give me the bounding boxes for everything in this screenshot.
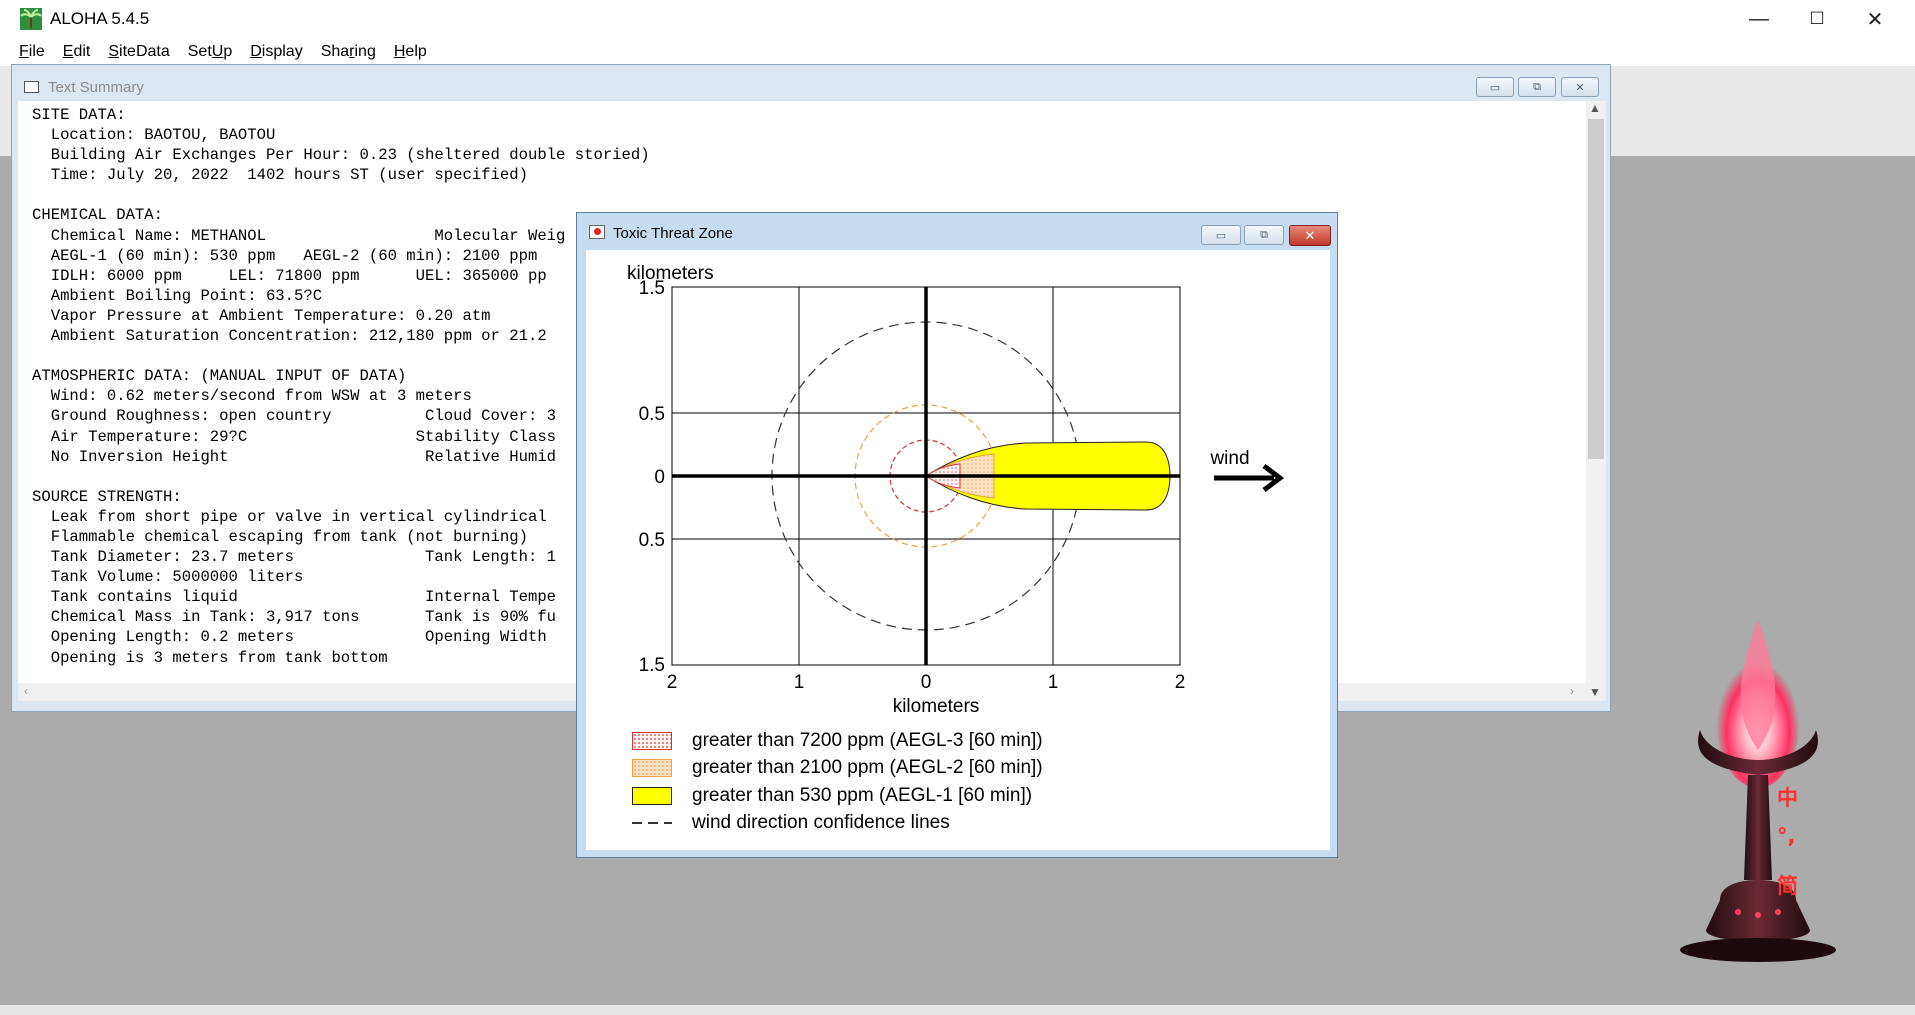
legend-label: wind direction confidence lines [692,812,950,833]
threat-zone-icon [589,225,605,239]
menu-file[interactable]: File [19,43,45,61]
app-title-bar: ALOHA 5.4.5 — ☐ ✕ [0,0,1915,38]
aegl3-swatch [632,732,672,750]
x-axis-label: kilometers [893,696,980,717]
aegl2-swatch [632,759,672,777]
y-tick-label: 0 [654,467,665,488]
dashed-line-swatch [632,822,672,824]
toxic-threat-zone-window: Toxic Threat Zone ▭ ⧉ ✕ kilometers 1.5 0… [576,212,1338,858]
y-tick-label: 0.5 [639,404,665,425]
menu-sitedata[interactable]: SiteData [108,43,169,61]
ime-lamp-icon [1680,620,1836,962]
x-tick-label: 0 [921,672,932,693]
scroll-left-icon[interactable]: ‹ [24,684,28,698]
vertical-scrollbar[interactable]: ▲ ▼ [1586,101,1606,701]
ts-restore-button[interactable]: ⧉ [1518,77,1556,97]
summary-text: SITE DATA: Location: BAOTOU, BAOTOU Buil… [32,106,650,667]
text-summary-title: Text Summary [48,79,144,96]
minimize-button[interactable]: — [1730,0,1788,38]
maximize-button[interactable]: ☐ [1788,0,1846,38]
ts-minimize-button[interactable]: ▭ [1476,77,1514,97]
wind-arrow-icon [1214,464,1285,492]
x-tick-label: 1 [1048,672,1059,693]
legend-label: greater than 7200 ppm (AEGL-3 [60 min]) [692,730,1043,751]
ime-simplified-mode[interactable]: 简 [1777,870,1798,900]
y-tick-label: 1.5 [639,278,665,299]
menu-sharing[interactable]: Sharing [321,43,376,61]
aloha-palm-icon [20,8,42,30]
ime-punctuation-mode[interactable]: °, [1777,824,1795,848]
legend-label: greater than 530 ppm (AEGL-1 [60 min]) [692,785,1033,806]
y-tick-label: 0.5 [639,530,665,551]
x-tick-labels: 2 1 0 1 2 [667,672,1186,693]
menu-display[interactable]: Display [250,43,302,61]
y-tick-labels: 1.5 0.5 0 0.5 1.5 [639,278,665,676]
menu-setup[interactable]: SetUp [188,43,232,61]
aegl1-swatch [632,787,672,805]
threat-zone-title: Toxic Threat Zone [613,225,733,242]
app-title: ALOHA 5.4.5 [50,9,150,28]
legend-item-aegl3: greater than 7200 ppm (AEGL-3 [60 min]) [632,730,1043,752]
tz-minimize-button[interactable]: ▭ [1201,225,1241,245]
close-button[interactable]: ✕ [1846,0,1904,38]
legend-item-confidence: wind direction confidence lines [632,812,950,834]
legend-label: greater than 2100 ppm (AEGL-2 [60 min]) [692,757,1043,778]
document-icon [24,81,39,93]
scroll-up-icon[interactable]: ▲ [1589,101,1601,115]
wind-label: wind [1209,448,1249,469]
scroll-right-icon[interactable]: › [1570,684,1574,698]
ts-close-button[interactable]: ✕ [1561,77,1599,97]
x-tick-label: 2 [667,672,678,693]
tz-restore-button[interactable]: ⧉ [1244,225,1284,245]
menu-help[interactable]: Help [394,43,427,61]
ime-mode-chinese[interactable]: 中 [1777,782,1798,812]
scroll-down-icon[interactable]: ▼ [1589,685,1601,699]
x-tick-label: 1 [794,672,805,693]
bottom-strip [0,1005,1915,1015]
x-tick-label: 2 [1175,672,1186,693]
y-tick-label: 1.5 [639,655,665,676]
menu-bar: File Edit SiteData SetUp Display Sharing… [0,38,1915,66]
menu-edit[interactable]: Edit [63,43,91,61]
legend-item-aegl2: greater than 2100 ppm (AEGL-2 [60 min]) [632,757,1043,779]
text-summary-title-bar[interactable]: Text Summary ▭ ⧉ ✕ [12,65,1610,101]
threat-zone-plot-area: kilometers 1.5 0.5 0 0.5 1.5 2 1 0 1 2 k… [586,250,1330,850]
tz-close-button[interactable]: ✕ [1289,225,1331,246]
legend-item-aegl1: greater than 530 ppm (AEGL-1 [60 min]) [632,785,1032,807]
scrollbar-thumb[interactable] [1588,119,1604,459]
